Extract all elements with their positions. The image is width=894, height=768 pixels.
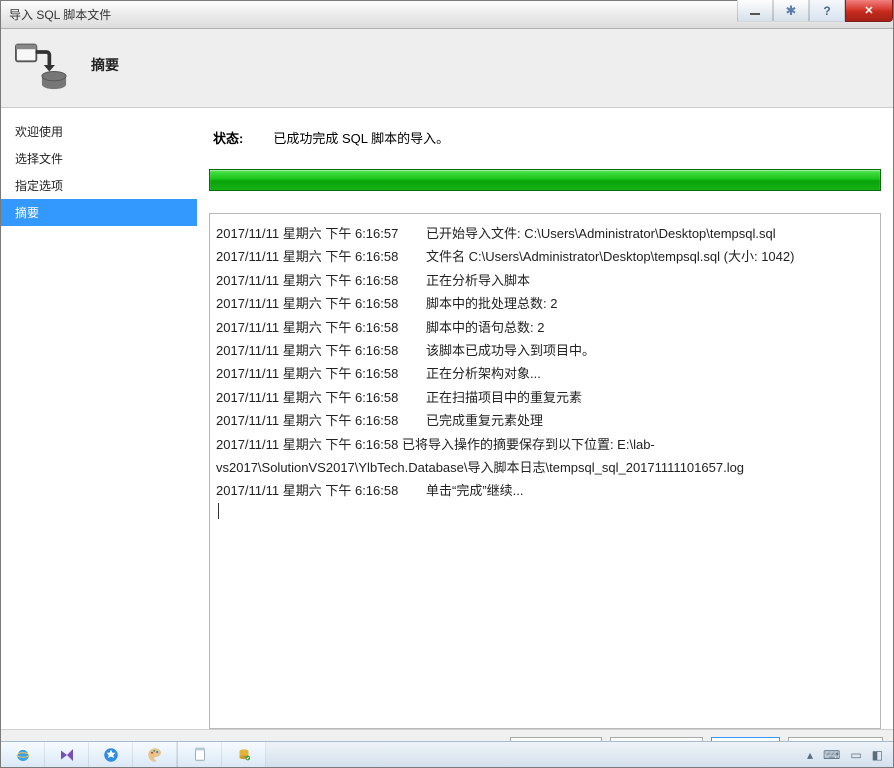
log-timestamp: 2017/11/11 星期六 下午 6:16:58 bbox=[216, 479, 426, 502]
log-timestamp: 2017/11/11 星期六 下午 6:16:58 bbox=[216, 339, 426, 362]
log-textbox[interactable]: 2017/11/11 星期六 下午 6:16:57已开始导入文件: C:\Use… bbox=[209, 213, 881, 729]
sidebar-item-label: 欢迎使用 bbox=[15, 125, 63, 139]
log-timestamp: 2017/11/11 星期六 下午 6:16:58 bbox=[216, 292, 426, 315]
status-row: 状态: 已成功完成 SQL 脚本的导入。 bbox=[209, 122, 881, 169]
system-tray: ▴ ⌨ ▭ ◧ bbox=[797, 742, 893, 767]
log-line: 2017/11/11 星期六 下午 6:16:58脚本中的语句总数: 2 bbox=[216, 316, 874, 339]
header: 摘要 bbox=[1, 29, 893, 108]
sidebar-item-welcome[interactable]: 欢迎使用 bbox=[1, 118, 197, 145]
log-line: 2017/11/11 星期六 下午 6:16:58正在扫描项目中的重复元素 bbox=[216, 386, 874, 409]
log-line: 2017/11/11 星期六 下午 6:16:57已开始导入文件: C:\Use… bbox=[216, 222, 874, 245]
import-db-icon bbox=[11, 39, 71, 91]
log-timestamp: 2017/11/11 星期六 下午 6:16:57 bbox=[216, 222, 426, 245]
tray-arrow-icon[interactable]: ▴ bbox=[807, 748, 813, 762]
text-cursor bbox=[218, 503, 874, 519]
log-timestamp: 2017/11/11 星期六 下午 6:16:58 bbox=[216, 362, 426, 385]
sidebar-item-label: 指定选项 bbox=[15, 179, 63, 193]
tray-battery-icon[interactable]: ▭ bbox=[850, 748, 861, 762]
taskbar-palette-icon[interactable] bbox=[133, 742, 177, 767]
minimize-button[interactable] bbox=[737, 0, 773, 22]
tray-keyboard-icon[interactable]: ⌨ bbox=[823, 748, 840, 762]
log-timestamp: 2017/11/11 星期六 下午 6:16:58 bbox=[216, 316, 426, 339]
sidebar-item-options[interactable]: 指定选项 bbox=[1, 172, 197, 199]
log-message: 已完成重复元素处理 bbox=[426, 413, 543, 428]
sidebar-item-summary[interactable]: 摘要 bbox=[1, 199, 197, 226]
help-button[interactable]: ? bbox=[809, 0, 845, 22]
dialog-window: 导入 SQL 脚本文件 ✱ ? 摘要 bbox=[0, 0, 894, 768]
taskbar-star1-icon[interactable] bbox=[89, 742, 133, 767]
taskbar-document-icon[interactable] bbox=[178, 742, 222, 767]
log-line: 2017/11/11 星期六 下午 6:16:58已完成重复元素处理 bbox=[216, 409, 874, 432]
log-message: 已开始导入文件: C:\Users\Administrator\Desktop\… bbox=[426, 226, 776, 241]
log-line: 2017/11/11 星期六 下午 6:16:58正在分析导入脚本 bbox=[216, 269, 874, 292]
log-message: 脚本中的批处理总数: 2 bbox=[426, 296, 557, 311]
star-button[interactable]: ✱ bbox=[773, 0, 809, 22]
log-timestamp: 2017/11/11 星期六 下午 6:16:58 bbox=[216, 386, 426, 409]
log-message: 该脚本已成功导入到项目中。 bbox=[426, 343, 595, 358]
tray-signal-icon[interactable]: ◧ bbox=[872, 748, 883, 762]
sidebar-item-select-file[interactable]: 选择文件 bbox=[1, 145, 197, 172]
log-timestamp: 2017/11/11 星期六 下午 6:16:58 bbox=[216, 409, 426, 432]
log-line: 2017/11/11 星期六 下午 6:16:58单击“完成”继续... bbox=[216, 479, 874, 502]
sidebar-item-label: 选择文件 bbox=[15, 152, 63, 166]
log-line: 2017/11/11 星期六 下午 6:16:58 已将导入操作的摘要保存到以下… bbox=[216, 433, 874, 480]
header-title: 摘要 bbox=[91, 55, 119, 75]
status-label: 状态: bbox=[213, 128, 243, 147]
body: 欢迎使用 选择文件 指定选项 摘要 状态: 已成功完成 SQL 脚本的导入。 2… bbox=[1, 108, 893, 729]
progress-bar bbox=[209, 169, 881, 191]
log-line: 2017/11/11 星期六 下午 6:16:58该脚本已成功导入到项目中。 bbox=[216, 339, 874, 362]
content-pane: 状态: 已成功完成 SQL 脚本的导入。 2017/11/11 星期六 下午 6… bbox=[197, 108, 893, 729]
log-timestamp: 2017/11/11 星期六 下午 6:16:58 bbox=[216, 269, 426, 292]
log-timestamp: 2017/11/11 星期六 下午 6:16:58 bbox=[216, 245, 426, 268]
log-line: 2017/11/11 星期六 下午 6:16:58正在分析架构对象... bbox=[216, 362, 874, 385]
log-message: 正在分析架构对象... bbox=[426, 366, 541, 381]
log-message: 正在扫描项目中的重复元素 bbox=[426, 390, 582, 405]
window-controls: ✱ ? bbox=[737, 0, 893, 22]
taskbar-visual-studio-icon[interactable] bbox=[45, 742, 89, 767]
window-title: 导入 SQL 脚本文件 bbox=[9, 6, 111, 23]
log-message: 文件名 C:\Users\Administrator\Desktop\temps… bbox=[426, 249, 794, 264]
close-button[interactable] bbox=[845, 0, 893, 22]
sidebar-item-label: 摘要 bbox=[15, 206, 39, 220]
status-value: 已成功完成 SQL 脚本的导入。 bbox=[273, 128, 449, 147]
log-line: 2017/11/11 星期六 下午 6:16:58文件名 C:\Users\Ad… bbox=[216, 245, 874, 268]
log-message: 脚本中的语句总数: 2 bbox=[426, 320, 544, 335]
taskbar-ie-icon[interactable] bbox=[1, 742, 45, 767]
log-line: 2017/11/11 星期六 下午 6:16:58脚本中的批处理总数: 2 bbox=[216, 292, 874, 315]
log-message: 单击“完成”继续... bbox=[426, 483, 524, 498]
taskbar: ▴ ⌨ ▭ ◧ bbox=[1, 741, 893, 767]
wizard-steps-sidebar: 欢迎使用 选择文件 指定选项 摘要 bbox=[1, 108, 197, 729]
log-message: 正在分析导入脚本 bbox=[426, 273, 530, 288]
taskbar-database-icon[interactable] bbox=[222, 742, 266, 767]
title-bar: 导入 SQL 脚本文件 ✱ ? bbox=[1, 1, 893, 29]
